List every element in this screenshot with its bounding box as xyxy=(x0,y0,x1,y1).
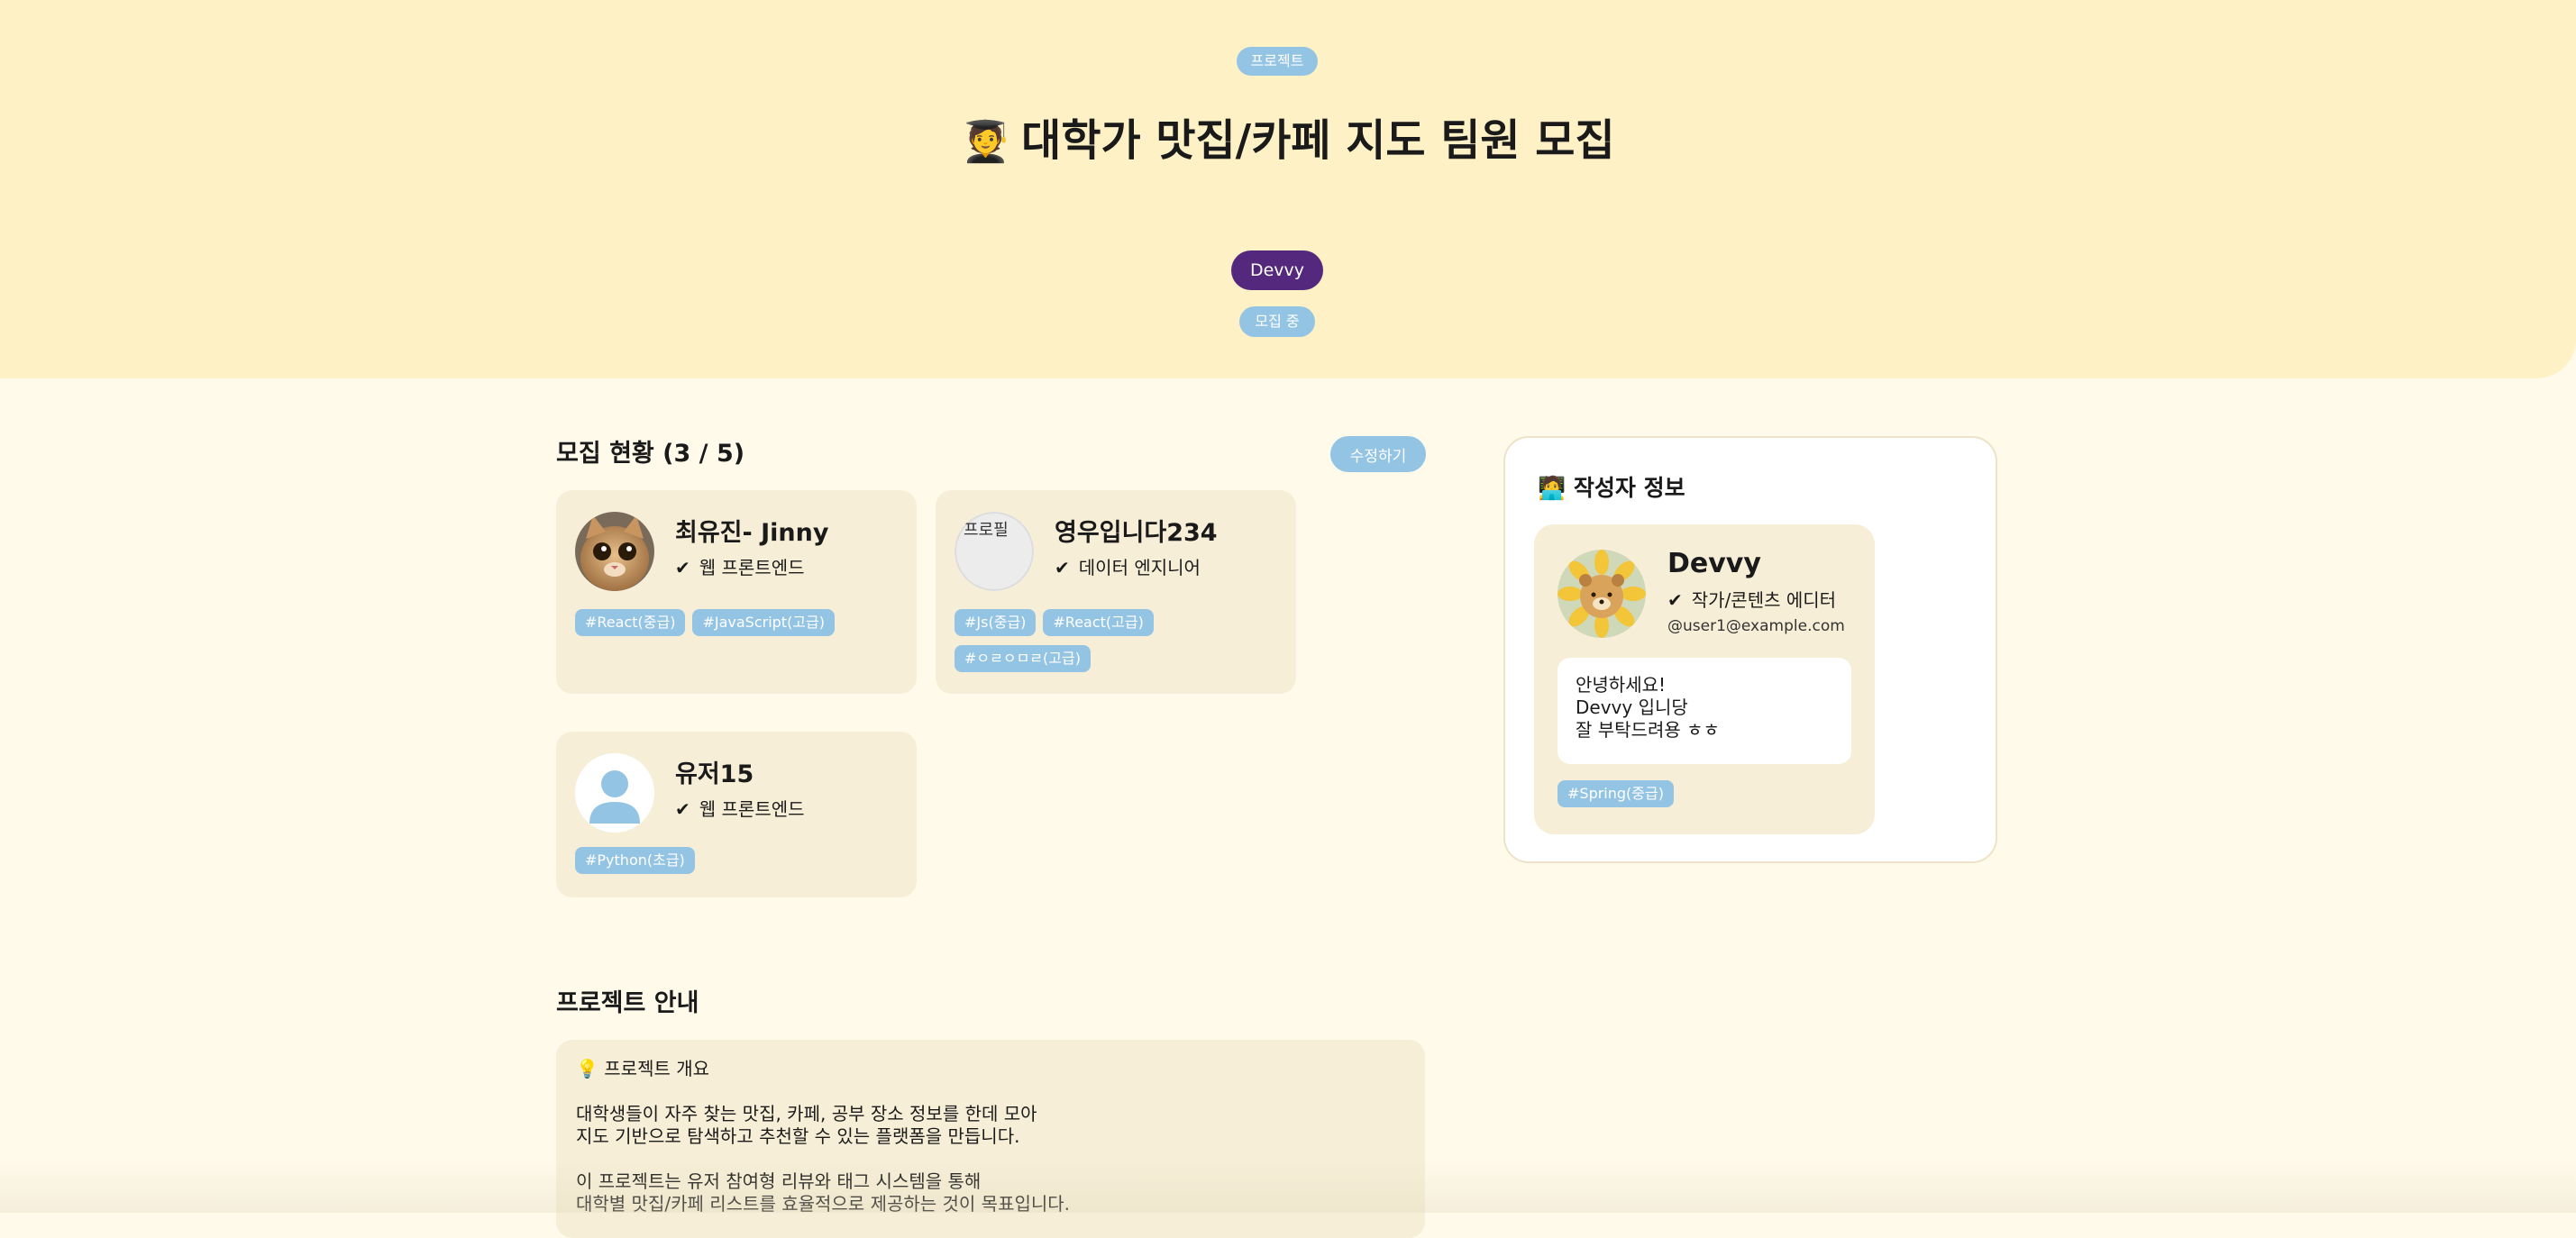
author-info-panel: 🧑‍💻 작성자 정보 xyxy=(1503,436,1997,863)
member-name: 유저15 xyxy=(675,760,754,788)
avatar-alt-text: 프로필 xyxy=(964,521,1009,540)
author-role-text: 작가/콘텐츠 에디터 xyxy=(1691,589,1837,611)
cat-avatar-icon xyxy=(575,512,654,591)
overview-heading: 💡 프로젝트 개요 xyxy=(576,1058,1405,1080)
author-info-title: 🧑‍💻 작성자 정보 xyxy=(1538,472,1685,505)
skill-tag: #React(중급) xyxy=(575,609,686,636)
member-tags: #Js(중급) #React(고급) #ㅇㄹㅇㅁㄹ(고급) xyxy=(955,609,1288,681)
member-tags: #React(중급) #JavaScript(고급) xyxy=(575,609,909,645)
description-line: 대학별 맛집/카페 리스트를 효율적으로 제공하는 것이 목표입니다. xyxy=(576,1193,1071,1215)
description-line: 대학생들이 자주 찾는 맛집, 카페, 공부 장소 정보를 한데 모아 xyxy=(576,1103,1037,1124)
skill-tag: #Js(중급) xyxy=(955,609,1037,636)
member-role: ✔ 데이터 엔지니어 xyxy=(1055,555,1201,580)
project-info-title: 프로젝트 안내 xyxy=(556,989,699,1017)
member-role: ✔ 웹 프론트엔드 xyxy=(675,555,805,580)
member-role-text: 데이터 엔지니어 xyxy=(1078,557,1201,578)
author-email: @user1@example.com xyxy=(1667,617,1845,635)
check-icon: ✔ xyxy=(675,557,690,578)
member-role: ✔ 웹 프론트엔드 xyxy=(675,797,805,822)
author-name: Devvy xyxy=(1667,548,1761,579)
check-icon: ✔ xyxy=(1667,589,1683,611)
description-line: 지도 기반으로 탐색하고 추천할 수 있는 플랫폼을 만듭니다. xyxy=(576,1125,1020,1147)
author-badge[interactable]: Devvy xyxy=(1231,250,1323,290)
broken-image-icon: 프로필 xyxy=(955,512,1034,591)
overview-heading-text: 프로젝트 개요 xyxy=(604,1058,710,1079)
bio-line: 안녕하세요! xyxy=(1576,674,1667,696)
developer-emoji-icon: 🧑‍💻 xyxy=(1538,475,1567,501)
student-emoji-icon: 🧑‍🎓 xyxy=(961,119,1011,165)
edit-button[interactable]: 수정하기 xyxy=(1330,436,1426,472)
member-name: 영우입니다234 xyxy=(1055,519,1218,547)
member-card[interactable]: 프로필 영우입니다234 ✔ 데이터 엔지니어 #Js(중급) #React(고급)… xyxy=(936,490,1296,694)
page-title-text: 대학가 맛집/카페 지도 팀원 모집 xyxy=(1021,115,1615,166)
author-bio: 안녕하세요! Devvy 입니당 잘 부탁드려용 ㅎㅎ xyxy=(1557,658,1851,764)
member-role-text: 웹 프론트엔드 xyxy=(699,798,805,820)
bio-line: 잘 부탁드려용 ㅎㅎ xyxy=(1576,719,1720,741)
author-tags: #Spring(중급) xyxy=(1557,780,1891,816)
member-card[interactable]: 유저15 ✔ 웹 프론트엔드 #Python(초급) xyxy=(556,732,917,897)
project-header: 프로젝트 🧑‍🎓 대학가 맛집/카페 지도 팀원 모집 Devvy 모집 중 xyxy=(0,0,2576,378)
page-title: 🧑‍🎓 대학가 맛집/카페 지도 팀원 모집 xyxy=(0,112,2576,171)
member-role-text: 웹 프론트엔드 xyxy=(699,557,805,578)
check-icon: ✔ xyxy=(1055,557,1070,578)
description-line: 이 프로젝트는 유저 참여형 리뷰와 태그 시스템을 통해 xyxy=(576,1170,982,1192)
bio-line: Devvy 입니당 xyxy=(1576,696,1688,718)
skill-tag: #ㅇㄹㅇㅁㄹ(고급) xyxy=(955,645,1091,672)
skill-tag: #React(고급) xyxy=(1043,609,1154,636)
sunflower-bear-avatar-icon xyxy=(1557,550,1646,638)
member-tags: #Python(초급) xyxy=(575,847,909,883)
skill-tag: #JavaScript(고급) xyxy=(692,609,835,636)
project-description: 💡 프로젝트 개요 대학생들이 자주 찾는 맛집, 카페, 공부 장소 정보를 … xyxy=(556,1040,1425,1238)
skill-tag: #Spring(중급) xyxy=(1557,780,1674,807)
status-badge: 모집 중 xyxy=(1239,306,1315,337)
lightbulb-emoji-icon: 💡 xyxy=(576,1058,598,1079)
member-card[interactable]: 최유진- Jinny ✔ 웹 프론트엔드 #React(중급) #JavaScrip… xyxy=(556,490,917,694)
check-icon: ✔ xyxy=(675,798,690,820)
author-role: ✔ 작가/콘텐츠 에디터 xyxy=(1667,587,1836,613)
recruit-status-title: 모집 현황 (3 / 5) xyxy=(556,440,745,468)
default-user-icon xyxy=(575,753,654,833)
author-card[interactable]: Devvy ✔ 작가/콘텐츠 에디터 @user1@example.com 안녕하… xyxy=(1534,524,1875,834)
project-type-badge: 프로젝트 xyxy=(1237,47,1318,76)
author-info-title-text: 작성자 정보 xyxy=(1573,475,1685,501)
skill-tag: #Python(초급) xyxy=(575,847,695,874)
member-name: 최유진- Jinny xyxy=(675,519,829,547)
